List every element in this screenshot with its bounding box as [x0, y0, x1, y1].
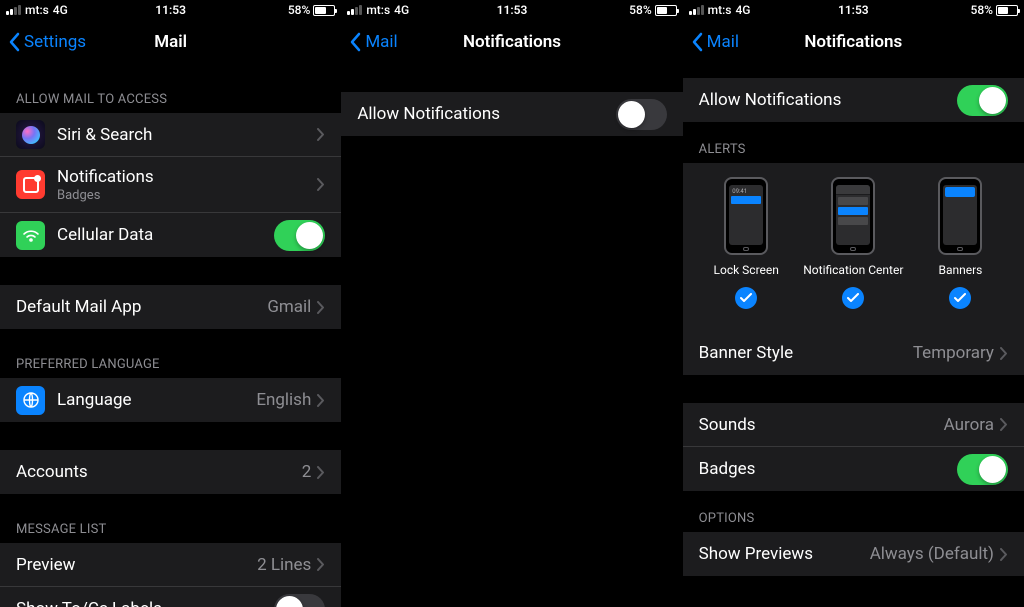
row-notifications[interactable]: NotificationsBadges: [0, 157, 341, 213]
status-bar: mt:s4G 11:53 58%: [683, 0, 1024, 20]
row-value: 2: [302, 462, 312, 482]
toggle-allow[interactable]: [616, 99, 667, 130]
check-icon: [949, 287, 971, 309]
row-label: Cellular Data: [57, 225, 274, 245]
section-header: PREFERRED LANGUAGE: [0, 351, 341, 378]
chevron-right-icon: [1000, 347, 1008, 360]
chevron-right-icon: [317, 178, 325, 191]
row-language[interactable]: Language English: [0, 378, 341, 422]
chevron-right-icon: [317, 466, 325, 479]
alert-banners[interactable]: Banners: [910, 177, 1010, 309]
chevron-left-icon: [8, 32, 20, 52]
chevron-right-icon: [317, 128, 325, 141]
row-value: English: [256, 390, 311, 410]
section-header: MESSAGE LIST: [0, 516, 341, 543]
row-default-mail[interactable]: Default Mail App Gmail: [0, 285, 341, 329]
status-bar: mt:s4G 11:53 58%: [0, 0, 341, 20]
screen-mail-settings: mt:s4G 11:53 58% Settings Mail ALLOW MAI…: [0, 0, 341, 607]
row-label: Show Previews: [699, 544, 870, 564]
row-label: Allow Notifications: [357, 104, 615, 124]
row-label: Preview: [16, 555, 257, 575]
signal-icon: [689, 5, 704, 15]
status-time: 11:53: [838, 3, 869, 17]
row-accounts[interactable]: Accounts 2: [0, 450, 341, 494]
screen-notifications-off: mt:s4G 11:53 58% Mail Notifications Allo…: [341, 0, 682, 607]
row-sounds[interactable]: Sounds Aurora: [683, 403, 1024, 447]
battery-icon: [313, 5, 335, 16]
check-icon: [842, 287, 864, 309]
alert-lock-screen[interactable]: 09:41 Lock Screen: [696, 177, 796, 309]
section-header: ALLOW MAIL TO ACCESS: [0, 86, 341, 113]
chevron-right-icon: [317, 301, 325, 314]
status-time: 11:53: [497, 3, 528, 17]
section-header: ALERTS: [683, 136, 1024, 163]
row-label: Show To/Cc Labels: [16, 599, 274, 607]
row-label: Language: [57, 390, 256, 410]
back-button[interactable]: Mail: [349, 32, 397, 52]
nav-bar: Settings Mail: [0, 20, 341, 64]
row-preview[interactable]: Preview 2 Lines: [0, 543, 341, 587]
row-value: Always (Default): [870, 544, 994, 564]
toggle-tocc[interactable]: [274, 594, 325, 607]
nav-bar: Mail Notifications: [341, 20, 682, 64]
page-title: Mail: [154, 32, 187, 52]
row-value: Gmail: [267, 297, 311, 317]
toggle-allow[interactable]: [957, 85, 1008, 116]
page-title: Notifications: [804, 32, 902, 52]
row-label: Siri & Search: [57, 125, 317, 145]
signal-icon: [6, 5, 21, 15]
row-value: Aurora: [944, 415, 994, 435]
row-value: Temporary: [913, 343, 994, 363]
screen-notifications-on: mt:s4G 11:53 58% Mail Notifications Allo…: [683, 0, 1024, 607]
row-label: NotificationsBadges: [57, 167, 317, 203]
row-label: Banner Style: [699, 343, 913, 363]
status-time: 11:53: [155, 3, 186, 17]
row-label: Allow Notifications: [699, 90, 957, 110]
check-icon: [735, 287, 757, 309]
section-header: OPTIONS: [683, 505, 1024, 532]
row-label: Badges: [699, 459, 957, 479]
row-value: 2 Lines: [257, 555, 311, 575]
back-button[interactable]: Settings: [8, 32, 86, 52]
chevron-right-icon: [1000, 548, 1008, 561]
cellular-icon: [16, 221, 45, 250]
row-banner-style[interactable]: Banner Style Temporary: [683, 331, 1024, 375]
row-allow-notifications[interactable]: Allow Notifications: [683, 78, 1024, 122]
page-title: Notifications: [463, 32, 561, 52]
chevron-right-icon: [1000, 418, 1008, 431]
row-badges[interactable]: Badges: [683, 447, 1024, 491]
chevron-left-icon: [349, 32, 361, 52]
banners-icon: [938, 177, 982, 255]
status-bar: mt:s4G 11:53 58%: [341, 0, 682, 20]
chevron-right-icon: [317, 558, 325, 571]
row-tocc[interactable]: Show To/Cc Labels: [0, 587, 341, 607]
row-cellular[interactable]: Cellular Data: [0, 213, 341, 257]
row-label: Accounts: [16, 462, 302, 482]
alert-notification-center[interactable]: Notification Center: [803, 177, 903, 309]
chevron-left-icon: [691, 32, 703, 52]
nav-bar: Mail Notifications: [683, 20, 1024, 64]
back-button[interactable]: Mail: [691, 32, 739, 52]
globe-icon: [16, 386, 45, 415]
row-show-previews[interactable]: Show Previews Always (Default): [683, 532, 1024, 576]
alert-label: Notification Center: [803, 263, 903, 277]
battery-icon: [996, 5, 1018, 16]
battery-icon: [655, 5, 677, 16]
notification-center-icon: [831, 177, 875, 255]
row-allow-notifications[interactable]: Allow Notifications: [341, 92, 682, 136]
chevron-right-icon: [317, 394, 325, 407]
row-label: Default Mail App: [16, 297, 267, 317]
alerts-block: 09:41 Lock Screen Notification Center Ba…: [683, 163, 1024, 331]
lock-screen-icon: 09:41: [724, 177, 768, 255]
signal-icon: [347, 5, 362, 15]
row-siri[interactable]: Siri & Search: [0, 113, 341, 157]
row-label: Sounds: [699, 415, 944, 435]
notifications-icon: [16, 170, 45, 199]
alert-label: Lock Screen: [714, 263, 779, 277]
alert-label: Banners: [938, 263, 982, 277]
toggle-badges[interactable]: [957, 454, 1008, 485]
siri-icon: [16, 120, 45, 149]
toggle-cellular[interactable]: [274, 220, 325, 251]
